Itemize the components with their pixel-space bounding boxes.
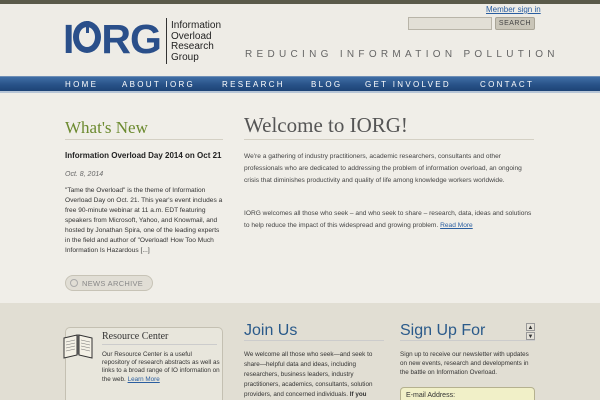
- read-more-link[interactable]: Read More: [440, 222, 473, 229]
- logo-line: Group: [171, 51, 199, 63]
- logo-line: Information: [171, 20, 222, 31]
- welcome-paragraph: We're a gathering of industry practition…: [244, 153, 522, 184]
- divider: [102, 344, 217, 345]
- nav-item-home[interactable]: HOME: [65, 80, 98, 89]
- welcome-paragraph-text: IORG welcomes all those who seek – and w…: [244, 210, 532, 229]
- signup-text: Sign up to receive our newsletter with u…: [400, 351, 529, 377]
- member-signin-link[interactable]: Member sign in: [486, 5, 541, 14]
- divider: [244, 139, 534, 140]
- join-us-heading: Join Us: [244, 322, 298, 339]
- join-us-bold-text: If you: [349, 391, 367, 398]
- iorg-logo[interactable]: I RG: [63, 16, 162, 62]
- main-nav: HOME ABOUT IORG RESEARCH BLOG GET INVOLV…: [0, 76, 600, 93]
- scroll-up-icon[interactable]: ▲: [526, 323, 535, 331]
- signup-heading: Sign Up For: [400, 322, 486, 339]
- resource-center-text: Our Resource Center is a useful reposito…: [102, 351, 220, 384]
- logo-letter-i: I: [63, 16, 74, 62]
- news-archive-label: NEWS ARCHIVE: [82, 279, 144, 288]
- whats-new-heading: What's New: [65, 118, 148, 137]
- divider: [244, 340, 384, 341]
- news-excerpt: "Tame the Overload" is the theme of Info…: [65, 187, 223, 254]
- news-archive-button[interactable]: NEWS ARCHIVE: [65, 275, 153, 291]
- logo-line: Research: [171, 41, 214, 52]
- resource-center-description: Our Resource Center is a useful reposito…: [102, 351, 220, 383]
- welcome-paragraph: IORG welcomes all those who seek – and w…: [244, 208, 536, 232]
- scrollbar[interactable]: ▲ ▼: [526, 323, 535, 340]
- resource-center-title: Resource Center: [102, 331, 169, 342]
- divider: [65, 139, 223, 140]
- news-title-link[interactable]: Information Overload Day 2014 on Oct 21: [65, 151, 225, 161]
- circle-icon: [70, 279, 78, 287]
- logo-divider: [166, 18, 167, 64]
- search-input[interactable]: [408, 17, 492, 30]
- site-tagline: Reducing Information Pollution: [245, 49, 559, 60]
- email-label: E-mail Address:: [406, 392, 456, 399]
- welcome-heading: Welcome to IORG!: [244, 113, 408, 137]
- power-icon: [73, 21, 102, 53]
- scroll-down-icon[interactable]: ▼: [526, 332, 535, 340]
- learn-more-link[interactable]: Learn More: [128, 376, 160, 383]
- search-button[interactable]: SEARCH: [495, 17, 535, 30]
- logo-letters-rg: RG: [101, 16, 161, 62]
- logo-wordmark: Information Overload Research Group: [171, 20, 222, 63]
- nav-item-contact[interactable]: CONTACT: [480, 80, 534, 89]
- news-date: Oct. 8, 2014: [65, 171, 104, 178]
- nav-item-research[interactable]: RESEARCH: [222, 80, 285, 89]
- divider: [400, 340, 535, 341]
- nav-item-blog[interactable]: BLOG: [311, 80, 342, 89]
- nav-item-about[interactable]: ABOUT IORG: [122, 80, 195, 89]
- book-icon: [63, 334, 93, 359]
- nav-item-get-involved[interactable]: GET INVOLVED: [365, 80, 451, 89]
- join-us-text: We welcome all those who seek—and seek t…: [244, 350, 384, 400]
